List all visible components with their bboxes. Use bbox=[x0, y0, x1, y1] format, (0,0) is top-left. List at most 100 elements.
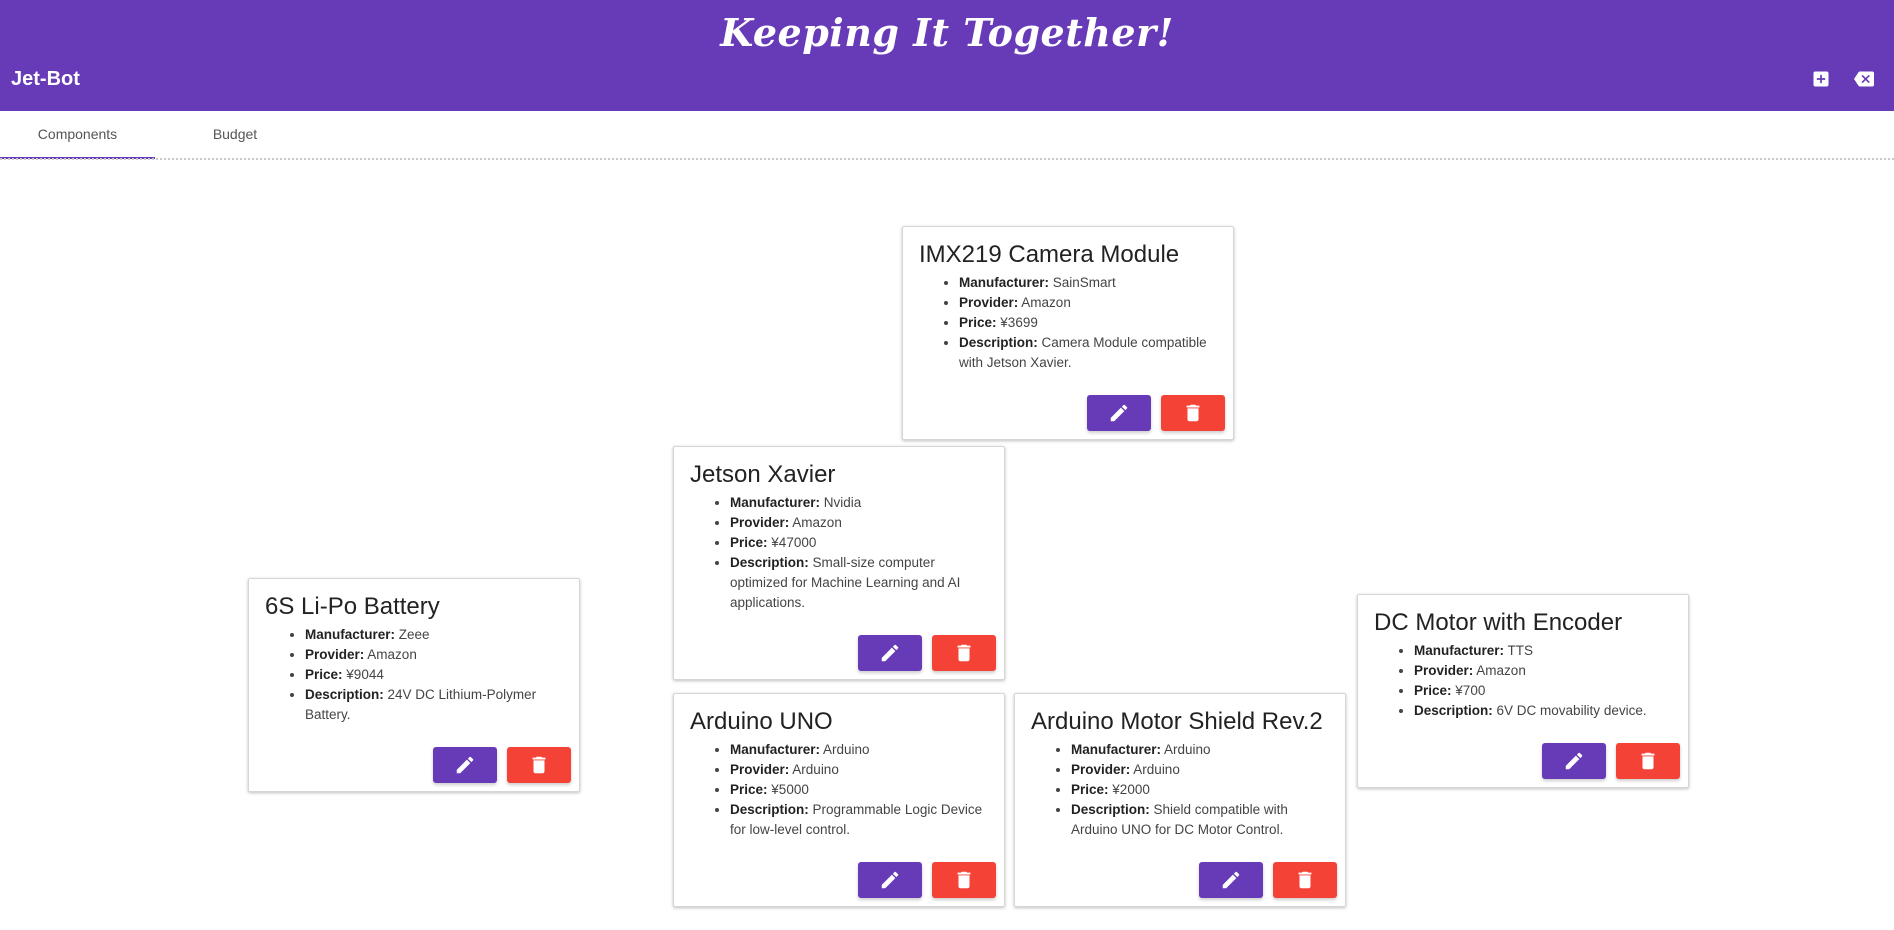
manufacturer-value: TTS bbox=[1507, 643, 1534, 658]
provider-value: Amazon bbox=[1476, 663, 1526, 678]
provider-label: Provider: bbox=[1414, 663, 1474, 678]
price-label: Price: bbox=[730, 535, 768, 550]
tab-divider bbox=[0, 158, 1894, 160]
trash-icon bbox=[1298, 871, 1312, 889]
provider-label: Provider: bbox=[959, 295, 1019, 310]
pencil-icon bbox=[456, 756, 474, 774]
card-actions bbox=[858, 862, 996, 898]
pencil-icon bbox=[1565, 752, 1583, 770]
description-label: Description: bbox=[1071, 802, 1150, 817]
price-value: ¥700 bbox=[1455, 683, 1486, 698]
trash-icon bbox=[1641, 752, 1655, 770]
card-actions bbox=[858, 635, 996, 671]
tab-budget[interactable]: Budget bbox=[170, 111, 300, 159]
trash-icon bbox=[957, 871, 971, 889]
edit-button[interactable] bbox=[1087, 395, 1151, 431]
card-actions bbox=[1542, 743, 1680, 779]
edit-button[interactable] bbox=[1542, 743, 1606, 779]
delete-button[interactable] bbox=[1273, 862, 1337, 898]
component-card: DC Motor with Encoder Manufacturer: TTS … bbox=[1357, 594, 1689, 788]
price-label: Price: bbox=[730, 782, 768, 797]
component-title: 6S Li-Po Battery bbox=[265, 593, 440, 620]
component-card: Jetson Xavier Manufacturer: Nvidia Provi… bbox=[673, 446, 1005, 680]
trash-icon bbox=[957, 644, 971, 662]
description-label: Description: bbox=[1414, 703, 1493, 718]
backspace-icon[interactable] bbox=[1852, 69, 1876, 89]
component-details: Manufacturer: Arduino Provider: Arduino … bbox=[690, 740, 988, 840]
component-card: Arduino Motor Shield Rev.2 Manufacturer:… bbox=[1014, 693, 1346, 907]
component-details: Manufacturer: TTS Provider: Amazon Price… bbox=[1374, 641, 1672, 721]
manufacturer-label: Manufacturer: bbox=[1414, 643, 1505, 658]
project-name: Jet-Bot bbox=[11, 68, 80, 90]
manufacturer-value: Arduino bbox=[823, 742, 870, 757]
provider-label: Provider: bbox=[1071, 762, 1131, 777]
card-actions bbox=[1199, 862, 1337, 898]
card-actions bbox=[433, 747, 571, 783]
component-card: 6S Li-Po Battery Manufacturer: Zeee Prov… bbox=[248, 578, 580, 792]
component-details: Manufacturer: Arduino Provider: Arduino … bbox=[1031, 740, 1329, 840]
tab-components[interactable]: Components bbox=[0, 111, 155, 159]
price-value: ¥5000 bbox=[771, 782, 809, 797]
pencil-icon bbox=[1110, 404, 1128, 422]
pencil-icon bbox=[1222, 871, 1240, 889]
add-box-icon[interactable] bbox=[1811, 69, 1831, 89]
description-label: Description: bbox=[959, 335, 1038, 350]
manufacturer-label: Manufacturer: bbox=[305, 627, 396, 642]
pencil-icon bbox=[881, 871, 899, 889]
provider-value: Amazon bbox=[1021, 295, 1071, 310]
price-value: ¥47000 bbox=[771, 535, 817, 550]
provider-value: Amazon bbox=[367, 647, 417, 662]
price-label: Price: bbox=[1414, 683, 1452, 698]
edit-button[interactable] bbox=[858, 862, 922, 898]
edit-button[interactable] bbox=[433, 747, 497, 783]
pencil-icon bbox=[881, 644, 899, 662]
provider-label: Provider: bbox=[730, 762, 790, 777]
manufacturer-label: Manufacturer: bbox=[730, 495, 821, 510]
trash-icon bbox=[532, 756, 546, 774]
price-label: Price: bbox=[959, 315, 997, 330]
price-value: ¥9044 bbox=[346, 667, 384, 682]
component-title: IMX219 Camera Module bbox=[919, 241, 1180, 268]
provider-value: Arduino bbox=[1133, 762, 1180, 777]
manufacturer-value: Arduino bbox=[1164, 742, 1211, 757]
component-details: Manufacturer: SainSmart Provider: Amazon… bbox=[919, 273, 1217, 373]
price-label: Price: bbox=[1071, 782, 1109, 797]
component-title: Arduino Motor Shield Rev.2 bbox=[1031, 708, 1323, 735]
delete-button[interactable] bbox=[932, 862, 996, 898]
provider-value: Amazon bbox=[792, 515, 842, 530]
price-value: ¥3699 bbox=[1000, 315, 1038, 330]
edit-button[interactable] bbox=[1199, 862, 1263, 898]
price-value: ¥2000 bbox=[1112, 782, 1150, 797]
component-card: IMX219 Camera Module Manufacturer: SainS… bbox=[902, 226, 1234, 440]
component-title: Jetson Xavier bbox=[690, 461, 836, 488]
component-title: Arduino UNO bbox=[690, 708, 833, 735]
component-details: Manufacturer: Nvidia Provider: Amazon Pr… bbox=[690, 493, 988, 613]
component-details: Manufacturer: Zeee Provider: Amazon Pric… bbox=[265, 625, 563, 725]
manufacturer-label: Manufacturer: bbox=[1071, 742, 1162, 757]
price-label: Price: bbox=[305, 667, 343, 682]
description-label: Description: bbox=[730, 802, 809, 817]
component-card: Arduino UNO Manufacturer: Arduino Provid… bbox=[673, 693, 1005, 907]
description-value: 6V DC movability device. bbox=[1496, 703, 1647, 718]
trash-icon bbox=[1186, 404, 1200, 422]
provider-label: Provider: bbox=[305, 647, 365, 662]
delete-button[interactable] bbox=[1161, 395, 1225, 431]
provider-value: Arduino bbox=[792, 762, 839, 777]
tab-bar: Components Budget bbox=[0, 111, 1894, 159]
card-actions bbox=[1087, 395, 1225, 431]
edit-button[interactable] bbox=[858, 635, 922, 671]
provider-label: Provider: bbox=[730, 515, 790, 530]
app-title: Keeping It Together! bbox=[720, 10, 1174, 55]
description-label: Description: bbox=[730, 555, 809, 570]
delete-button[interactable] bbox=[932, 635, 996, 671]
manufacturer-label: Manufacturer: bbox=[730, 742, 821, 757]
component-title: DC Motor with Encoder bbox=[1374, 609, 1623, 636]
manufacturer-label: Manufacturer: bbox=[959, 275, 1050, 290]
manufacturer-value: Nvidia bbox=[823, 495, 862, 510]
manufacturer-value: SainSmart bbox=[1052, 275, 1116, 290]
app-bar: Keeping It Together! Jet-Bot bbox=[0, 0, 1894, 111]
delete-button[interactable] bbox=[1616, 743, 1680, 779]
manufacturer-value: Zeee bbox=[398, 627, 430, 642]
description-label: Description: bbox=[305, 687, 384, 702]
delete-button[interactable] bbox=[507, 747, 571, 783]
